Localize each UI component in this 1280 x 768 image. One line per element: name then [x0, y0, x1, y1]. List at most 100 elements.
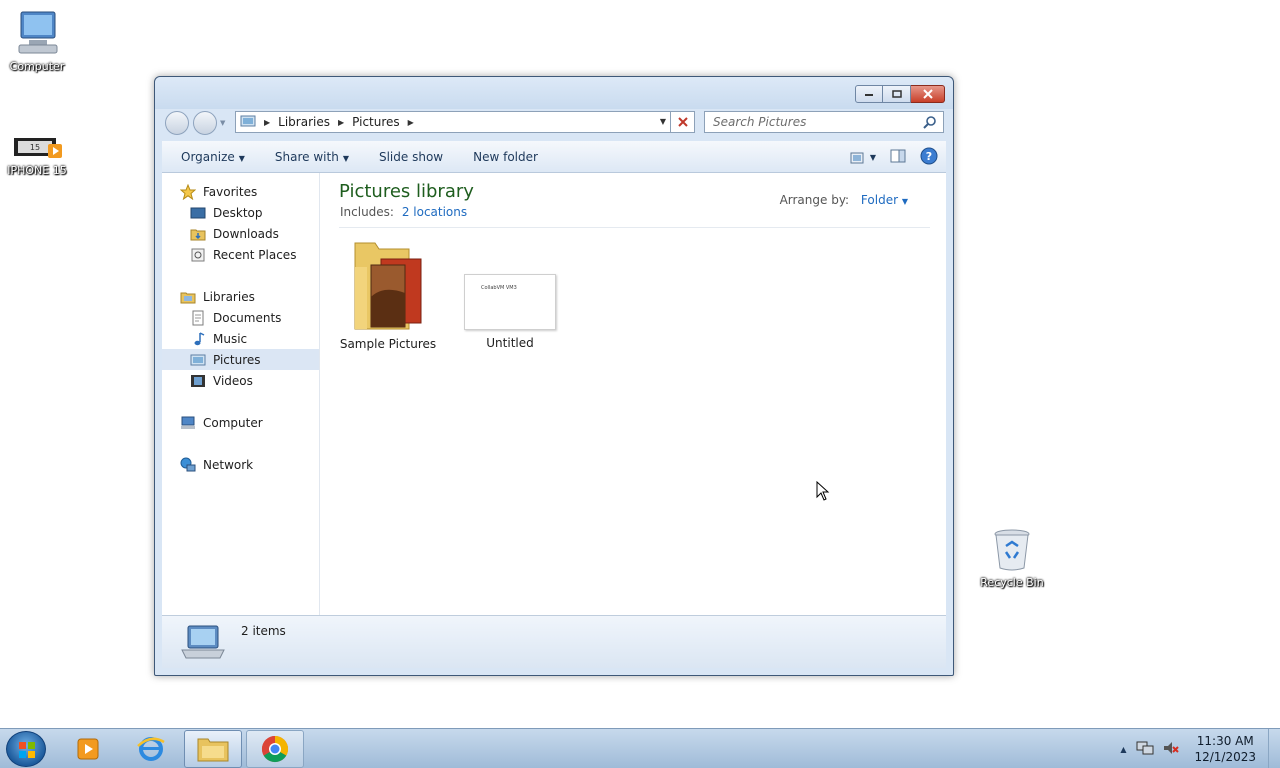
- clock-time: 11:30 AM: [1196, 734, 1254, 748]
- documents-icon: [190, 310, 206, 326]
- system-tray: ▲ 11:30 AM 12/1/2023: [1120, 729, 1280, 768]
- mouse-cursor-icon: [816, 480, 830, 504]
- close-icon: [677, 117, 688, 127]
- search-box: [704, 111, 944, 133]
- library-includes: Includes: 2 locations: [340, 205, 467, 219]
- star-icon: [179, 183, 197, 200]
- network-status-icon[interactable]: [1136, 740, 1154, 759]
- recent-places-icon: [190, 247, 206, 263]
- nav-label: Libraries: [203, 289, 255, 304]
- recent-pages-dropdown[interactable]: ▼: [220, 119, 225, 127]
- laptop-icon: [180, 624, 226, 665]
- maximize-button[interactable]: [883, 85, 911, 103]
- nav-label: Desktop: [213, 205, 263, 220]
- clock-date: 12/1/2023: [1194, 750, 1256, 764]
- search-input[interactable]: [705, 112, 915, 132]
- close-button[interactable]: [911, 85, 945, 103]
- file-label: Sample Pictures: [339, 337, 437, 351]
- preview-pane-button[interactable]: [890, 149, 906, 166]
- address-bar[interactable]: ▶ Libraries ▶ Pictures ▶ ▼: [235, 111, 671, 133]
- organize-button[interactable]: Organize ▼: [172, 150, 254, 164]
- nav-item-computer[interactable]: Computer: [162, 412, 319, 433]
- breadcrumb-separator-icon[interactable]: ▶: [408, 118, 414, 127]
- share-with-button[interactable]: Share with ▼: [266, 150, 358, 164]
- folder-icon: [353, 237, 423, 333]
- nav-item-favorites[interactable]: Favorites: [162, 181, 319, 202]
- forward-button[interactable]: [193, 111, 217, 135]
- arrange-by-dropdown[interactable]: Folder ▼: [861, 193, 908, 207]
- change-view-button[interactable]: ▼: [850, 152, 876, 164]
- address-history-chevron-icon[interactable]: ▼: [660, 117, 666, 126]
- address-row: ▼ ▶ Libraries ▶ Pictures ▶ ▼: [155, 109, 953, 139]
- library-title: Pictures library: [339, 181, 474, 202]
- nav-label: Recent Places: [213, 247, 297, 262]
- divider: [339, 227, 930, 228]
- minimize-button[interactable]: [855, 85, 883, 103]
- navigation-pane: Favorites Desktop Downloads Recent Place…: [162, 173, 320, 615]
- taskbar-internet-explorer[interactable]: [122, 730, 180, 768]
- help-icon: ?: [920, 147, 938, 165]
- explorer-window: ▼ ▶ Libraries ▶ Pictures ▶ ▼ Organize▼ S…: [154, 76, 954, 676]
- desktop-icon: [190, 205, 206, 221]
- nav-item-pictures[interactable]: Pictures: [162, 349, 319, 370]
- breadcrumb-separator-icon[interactable]: ▶: [264, 118, 270, 127]
- breadcrumb-pictures[interactable]: Pictures: [352, 115, 400, 129]
- file-item-sample-pictures[interactable]: Sample Pictures: [338, 237, 438, 351]
- nav-item-desktop[interactable]: Desktop: [162, 202, 319, 223]
- item-count: 2 items: [241, 624, 286, 638]
- nav-item-downloads[interactable]: Downloads: [162, 223, 319, 244]
- desktop-icon-label: IPHONE 15: [7, 164, 67, 177]
- breadcrumb-separator-icon[interactable]: ▶: [338, 118, 344, 127]
- start-button[interactable]: [6, 731, 46, 767]
- help-button[interactable]: ?: [920, 147, 938, 168]
- show-hidden-icons-icon[interactable]: ▲: [1120, 745, 1126, 754]
- chevron-down-icon: ▼: [901, 197, 908, 206]
- stop-button[interactable]: [671, 111, 695, 133]
- chrome-icon: [261, 735, 289, 763]
- taskbar-windows-explorer[interactable]: [184, 730, 242, 768]
- arrange-by-value: Folder: [860, 193, 899, 207]
- svg-text:15: 15: [30, 143, 40, 152]
- desktop-icon-label: Computer: [9, 60, 65, 73]
- desktop-icon-computer[interactable]: Computer: [0, 10, 77, 73]
- clock[interactable]: 11:30 AM 12/1/2023: [1194, 733, 1256, 765]
- volume-muted-icon[interactable]: [1162, 740, 1180, 759]
- share-with-label: Share with: [274, 149, 339, 164]
- nav-label: Videos: [213, 373, 253, 388]
- includes-label: Includes:: [340, 205, 394, 219]
- chevron-down-icon: ▼: [238, 153, 245, 163]
- desktop-icon-iphone[interactable]: 15 IPHONE 15: [0, 136, 77, 177]
- includes-locations-link[interactable]: 2 locations: [402, 205, 467, 219]
- title-bar[interactable]: [155, 77, 953, 109]
- taskbar-media-player[interactable]: [60, 730, 118, 768]
- desktop-icon-recycle-bin[interactable]: Recycle Bin: [972, 528, 1052, 589]
- image-thumbnail: CollabVM VM3: [464, 274, 556, 330]
- chevron-down-icon: ▼: [342, 153, 349, 163]
- back-button[interactable]: [165, 111, 189, 135]
- nav-item-music[interactable]: Music: [162, 328, 319, 349]
- show-desktop-button[interactable]: [1268, 729, 1280, 768]
- details-pane: 2 items: [162, 615, 946, 668]
- nav-label: Network: [203, 457, 254, 472]
- chevron-down-icon[interactable]: ▼: [870, 153, 876, 162]
- breadcrumb-libraries[interactable]: Libraries: [278, 115, 330, 129]
- svg-text:?: ?: [926, 150, 932, 163]
- nav-label: Music: [213, 331, 248, 346]
- file-item-untitled[interactable]: CollabVM VM3 Untitled: [460, 274, 560, 350]
- new-folder-button[interactable]: New folder: [464, 150, 547, 164]
- windows-logo-icon: [19, 742, 35, 758]
- nav-item-recent-places[interactable]: Recent Places: [162, 244, 319, 265]
- search-icon[interactable]: [923, 115, 937, 132]
- nav-item-videos[interactable]: Videos: [162, 370, 319, 391]
- nav-item-libraries[interactable]: Libraries: [162, 286, 319, 307]
- slide-show-button[interactable]: Slide show: [370, 150, 452, 164]
- media-player-icon: [77, 738, 99, 760]
- taskbar-chrome[interactable]: [246, 730, 304, 768]
- nav-item-documents[interactable]: Documents: [162, 307, 319, 328]
- nav-item-network[interactable]: Network: [162, 454, 319, 475]
- arrange-by: Arrange by: Folder ▼: [780, 193, 908, 207]
- videos-icon: [190, 373, 206, 389]
- computer-icon: [180, 415, 196, 431]
- explorer-folder-icon: [197, 738, 229, 762]
- network-icon: [180, 457, 196, 473]
